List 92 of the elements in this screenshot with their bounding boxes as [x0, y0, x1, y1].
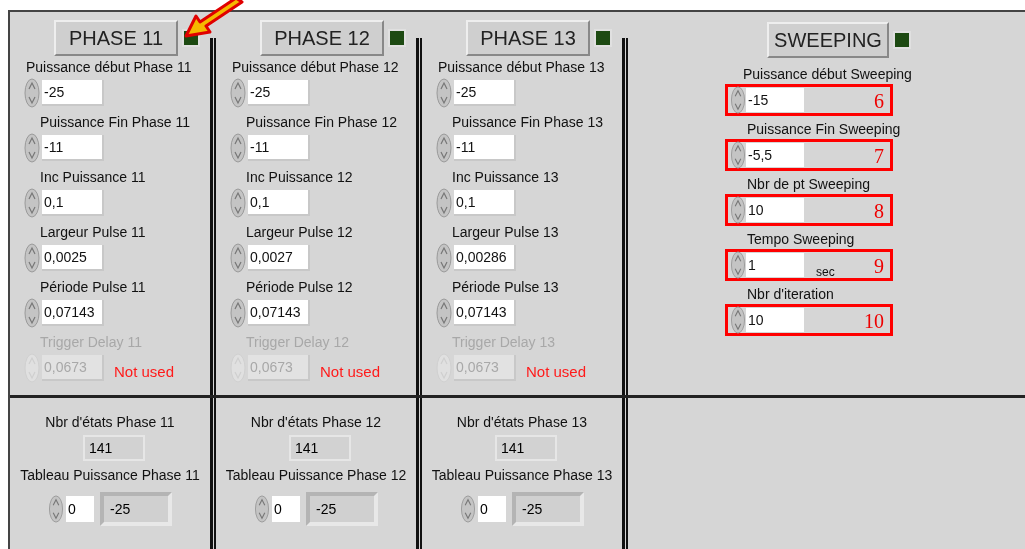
numeric-input[interactable]: 0,1 [42, 190, 104, 216]
phase-button[interactable]: PHASE 12 [260, 20, 384, 56]
array-label: Tableau Puissance Phase 13 [431, 466, 613, 485]
numeric-input[interactable]: 0,0027 [248, 245, 310, 271]
spin-button[interactable] [230, 188, 246, 218]
numeric-input[interactable]: 1 [746, 253, 804, 277]
spin-button[interactable] [24, 243, 40, 273]
phase-button[interactable]: PHASE 11 [54, 20, 178, 56]
spin-button[interactable] [48, 495, 64, 523]
field-label: Inc Puissance 12 [246, 169, 354, 186]
array-label: Tableau Puissance Phase 12 [225, 466, 407, 485]
field-label: Puissance Fin Sweeping [747, 121, 902, 138]
field-label: Période Pulse 11 [40, 279, 147, 296]
field-label: Puissance début Phase 11 [26, 59, 193, 76]
spin-button[interactable] [436, 133, 452, 163]
array-index-input[interactable]: 0 [478, 496, 506, 522]
field-label: Nbr d'iteration [747, 286, 835, 303]
numeric-input[interactable]: -25 [248, 80, 310, 106]
spin-button[interactable] [730, 86, 746, 114]
spin-button[interactable] [730, 196, 746, 224]
spin-button[interactable] [24, 188, 40, 218]
count-label: Nbr d'états Phase 13 [456, 413, 588, 432]
field-label: Inc Puissance 13 [452, 169, 560, 186]
annotation-number: 10 [864, 309, 884, 334]
array-element-display: -25 [512, 492, 584, 526]
field-label: Largeur Pulse 12 [246, 224, 354, 241]
annotation-number: 9 [874, 254, 884, 279]
spin-button[interactable] [730, 251, 746, 279]
phase-button[interactable]: PHASE 13 [466, 20, 590, 56]
field-label: Période Pulse 12 [246, 279, 354, 296]
field-label: Largeur Pulse 13 [452, 224, 560, 241]
field-label: Puissance début Phase 12 [232, 59, 400, 76]
spin-button[interactable] [436, 78, 452, 108]
field-label: Puissance début Sweeping [743, 66, 912, 83]
spin-button[interactable] [254, 495, 270, 523]
array-element-display: -25 [100, 492, 172, 526]
spin-button[interactable] [730, 306, 746, 334]
arrow-icon [182, 0, 244, 40]
numeric-input[interactable]: -25 [454, 80, 516, 106]
field-label: Tempo Sweeping [747, 231, 856, 248]
field-label: Nbr de pt Sweeping [747, 176, 871, 193]
spin-button[interactable] [24, 78, 40, 108]
count-display: 141 [83, 435, 145, 461]
numeric-input[interactable]: 0,00286 [454, 245, 516, 271]
unit-label: sec [816, 264, 835, 281]
count-display: 141 [289, 435, 351, 461]
annotation-number: 8 [874, 199, 884, 224]
field-label: Puissance Fin Phase 11 [40, 114, 191, 131]
spin-button[interactable] [230, 298, 246, 328]
array-label: Tableau Puissance Phase 11 [20, 466, 200, 485]
field-label: Période Pulse 13 [452, 279, 560, 296]
count-display: 141 [495, 435, 557, 461]
numeric-input[interactable]: 0,1 [248, 190, 310, 216]
numeric-input[interactable]: -5,5 [746, 143, 804, 167]
spin-button[interactable] [436, 243, 452, 273]
count-label: Nbr d'états Phase 12 [250, 413, 382, 432]
sweeping-button[interactable]: SWEEPING [767, 22, 889, 58]
numeric-input[interactable]: -11 [42, 135, 104, 161]
spin-button[interactable] [230, 243, 246, 273]
array-index-input[interactable]: 0 [66, 496, 94, 522]
spin-button[interactable] [24, 133, 40, 163]
not-used-note: Not used [114, 362, 175, 382]
numeric-input[interactable]: -11 [454, 135, 516, 161]
numeric-input[interactable]: -25 [42, 80, 104, 106]
not-used-note: Not used [320, 362, 381, 382]
field-label: Inc Puissance 11 [40, 169, 147, 186]
count-label: Nbr d'états Phase 11 [45, 413, 175, 432]
spin-button[interactable] [436, 298, 452, 328]
numeric-input[interactable]: 0,07143 [42, 300, 104, 326]
spin-button[interactable] [24, 298, 40, 328]
spin-button[interactable] [436, 188, 452, 218]
annotation-number: 7 [874, 144, 884, 169]
field-label: Puissance Fin Phase 13 [452, 114, 604, 131]
spin-button[interactable] [230, 78, 246, 108]
spin-button[interactable] [460, 495, 476, 523]
array-element-display: -25 [306, 492, 378, 526]
numeric-input[interactable]: -11 [248, 135, 310, 161]
numeric-input[interactable]: 0,07143 [248, 300, 310, 326]
field-label: Largeur Pulse 11 [40, 224, 147, 241]
not-used-note: Not used [526, 362, 587, 382]
array-index-input[interactable]: 0 [272, 496, 300, 522]
numeric-input[interactable]: -15 [746, 88, 804, 112]
numeric-input[interactable]: 0,1 [454, 190, 516, 216]
spin-button[interactable] [730, 141, 746, 169]
numeric-input[interactable]: 10 [746, 198, 804, 222]
annotation-number: 6 [874, 89, 884, 114]
numeric-input[interactable]: 0,0025 [42, 245, 104, 271]
field-label: Puissance début Phase 13 [438, 59, 606, 76]
numeric-input[interactable]: 0,07143 [454, 300, 516, 326]
numeric-input[interactable]: 10 [746, 308, 804, 332]
spin-button[interactable] [230, 133, 246, 163]
field-label: Puissance Fin Phase 12 [246, 114, 398, 131]
